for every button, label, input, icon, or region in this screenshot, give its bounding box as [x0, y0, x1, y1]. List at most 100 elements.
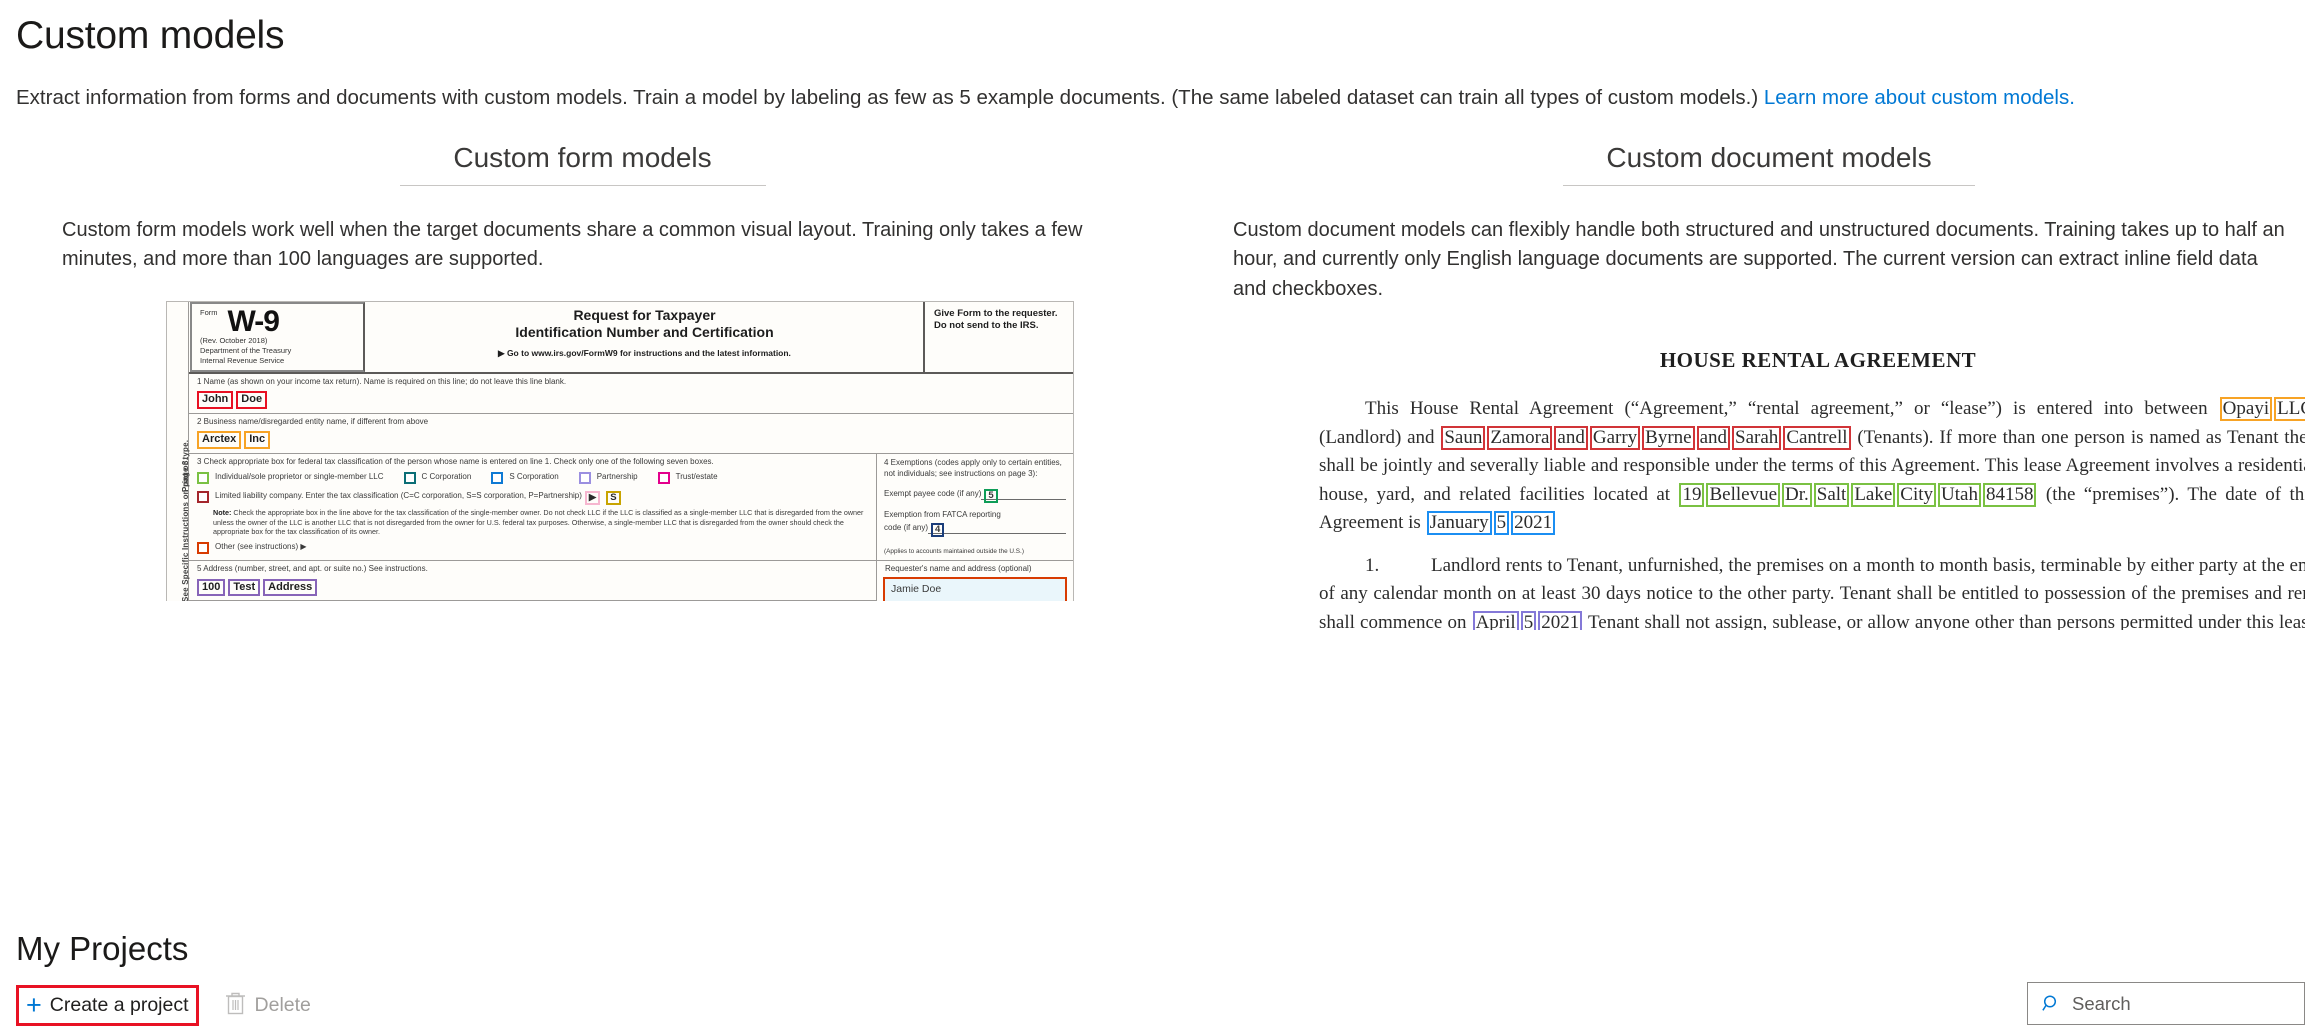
w9-exemptions: 4 Exemptions (codes apply only to certai…	[877, 454, 1073, 560]
custom-form-models-column: Custom form models Custom form models wo…	[16, 142, 1149, 631]
w9-header-center: Request for Taxpayer Identification Numb…	[366, 302, 923, 372]
search-box[interactable]	[2027, 982, 2305, 1025]
w9-dept-line1: Department of the Treasury	[200, 346, 292, 356]
rental-tenant-tag: Zamora	[1487, 425, 1553, 450]
trash-icon	[225, 991, 246, 1020]
w9-header-left: Form W-9 (Rev. October 2018) Department o…	[190, 301, 365, 372]
rental-landlord-tag: LLC	[2274, 397, 2305, 422]
w9-fatca-value: 4	[931, 522, 945, 537]
w9-classification-checkboxes: Individual/sole proprietor or single-mem…	[189, 469, 876, 484]
custom-form-models-heading: Custom form models	[399, 142, 766, 186]
checkbox-icon[interactable]	[491, 471, 504, 484]
w9-label-tag: Test	[228, 578, 261, 597]
w9-classification-item[interactable]: Trust/estate	[657, 471, 718, 484]
w9-exempt-payee-row: Exempt payee code (if any) 5	[884, 488, 1066, 504]
w9-note-text: Check the appropriate box in the line ab…	[213, 507, 864, 537]
checkbox-icon[interactable]	[657, 471, 670, 484]
w9-classification-item[interactable]: Individual/sole proprietor or single-mem…	[197, 471, 384, 484]
w9-label-tag: Arctex	[197, 431, 242, 450]
rental-p1-text-b: (Landlord) and	[1319, 426, 1441, 448]
rental-p2-number: 1.	[1365, 554, 1380, 576]
w9-line5-label: 5 Address (number, street, and apt. or s…	[197, 564, 428, 574]
w9-exempt-payee-rule: 5	[981, 488, 1066, 504]
rental-address-tag: 19	[1679, 482, 1705, 507]
w9-form-word: Form	[200, 307, 218, 317]
w9-classification-label: Trust/estate	[675, 471, 718, 481]
w9-exempt-payee-label: Exempt payee code (if any)	[884, 488, 982, 498]
w9-label-tag: Inc	[244, 431, 271, 450]
custom-document-models-heading: Custom document models	[1563, 142, 1975, 186]
w9-fatca-row: code (if any) 4	[884, 522, 1066, 537]
rental-date-tag: 5	[1493, 511, 1510, 536]
learn-more-link[interactable]: Learn more about custom models.	[1764, 86, 2075, 109]
intro-text: Extract information from forms and docum…	[16, 86, 1764, 109]
w9-line3-pane: 3 Check appropriate box for federal tax …	[189, 454, 877, 561]
create-a-project-label: Create a project	[49, 993, 189, 1016]
rental-date-tag: 2021	[1511, 511, 1556, 536]
rental-commence-date-tag: 5	[1520, 610, 1537, 631]
rental-landlord-tag: Opayi	[2219, 397, 2273, 422]
w9-title-line1: Request for Taxpayer	[573, 306, 716, 323]
w9-classification-item[interactable]: C Corporation	[403, 471, 472, 484]
w9-header: Form W-9 (Rev. October 2018) Department o…	[189, 301, 1073, 374]
rental-tenant-tag: and	[1554, 425, 1588, 450]
checkbox-icon[interactable]	[197, 541, 209, 554]
w9-requester-pane: Requester's name and address (optional) …	[877, 561, 1073, 601]
checkbox-icon[interactable]	[403, 471, 416, 484]
custom-form-models-description: Custom form models work well when the ta…	[62, 218, 1083, 271]
w9-line5-row: 5 Address (number, street, and apt. or s…	[189, 561, 876, 601]
w9-goto-line: ▶ Go to www.irs.gov/FormW9 for instructi…	[498, 348, 791, 359]
rental-address-tag: Salt	[1813, 482, 1850, 507]
w9-line4-label: 4 Exemptions (codes apply only to certai…	[884, 458, 1062, 478]
delete-button[interactable]: Delete	[221, 991, 311, 1020]
create-a-project-button[interactable]: + Create a project	[22, 991, 189, 1019]
w9-note-label: Note:	[213, 507, 232, 517]
w9-classification-label: Partnership	[596, 471, 638, 481]
rental-tenant-tag: Cantrell	[1783, 425, 1851, 450]
rental-tenant-tag: Sarah	[1732, 425, 1782, 450]
w9-classification-label: Individual/sole proprietor or single-mem…	[215, 471, 384, 481]
w9-line2-values: Arctex Inc	[189, 428, 1073, 453]
w9-llc-value: S	[606, 490, 621, 505]
w9-label-tag: Address	[263, 578, 318, 597]
rental-address-tag: Lake	[1851, 482, 1896, 507]
rental-tenant-tag: Saun	[1441, 425, 1486, 450]
checkbox-icon[interactable]	[197, 471, 209, 484]
rental-agreement-preview: HOUSE RENTAL AGREEMENT This House Rental…	[1233, 330, 2305, 631]
checkbox-icon[interactable]	[197, 490, 209, 503]
w9-side-labels: Print or type. See Specific Instructions…	[167, 301, 190, 601]
search-input[interactable]	[2070, 991, 2270, 1016]
w9-classification-label: C Corporation	[421, 471, 472, 481]
w9-requester-label: Requester's name and address (optional)	[885, 564, 1032, 574]
w9-llc-note: Note: Check the appropriate box in the l…	[189, 505, 876, 539]
rental-address-tag: 84158	[1982, 482, 2037, 507]
rental-tenant-tag: and	[1696, 425, 1731, 450]
w9-requester-value-box[interactable]: Jamie Doe	[883, 576, 1067, 601]
w9-line2-label: 2 Business name/disregarded entity name,…	[197, 417, 429, 426]
w9-classification-item[interactable]: S Corporation	[491, 471, 559, 484]
w9-form-image: Print or type. See Specific Instructions…	[166, 300, 1074, 601]
w9-applies-note: (Applies to accounts maintained outside …	[884, 547, 1024, 555]
checkbox-icon[interactable]	[578, 471, 591, 484]
w9-label-tag: Doe	[236, 391, 268, 409]
rental-p1-text-a: This House Rental Agreement (“Agreement,…	[1365, 398, 2219, 420]
w9-line1-row: 1 Name (as shown on your income tax retu…	[189, 374, 1073, 414]
model-type-columns: Custom form models Custom form models wo…	[16, 142, 2305, 631]
w9-title-line2: Identification Number and Certification	[515, 323, 774, 340]
w9-fatca-rule: 4	[928, 522, 1066, 537]
w9-label-tag: John	[197, 391, 234, 409]
w9-other-label: Other (see instructions) ▶	[215, 541, 307, 551]
search-icon	[2042, 994, 2061, 1013]
custom-document-models-description: Custom document models can flexibly hand…	[1233, 218, 2285, 300]
projects-toolbar: + Create a project Delete	[16, 982, 2305, 1028]
rental-agreement-image: HOUSE RENTAL AGREEMENT This House Rental…	[1313, 330, 2305, 631]
custom-models-page: Custom models Extract information from f…	[0, 0, 2321, 1028]
w9-classification-item[interactable]: Partnership	[578, 471, 638, 484]
rental-date-tag: January	[1426, 511, 1492, 536]
rental-address-tag: Dr.	[1782, 482, 1812, 507]
custom-document-models-column: Custom document models Custom document m…	[1149, 142, 2305, 631]
rental-address-tag: Utah	[1938, 482, 1981, 507]
delete-label: Delete	[254, 993, 311, 1016]
rental-tenant-tag: Byrne	[1642, 425, 1695, 450]
create-project-highlight: + Create a project	[16, 984, 199, 1026]
